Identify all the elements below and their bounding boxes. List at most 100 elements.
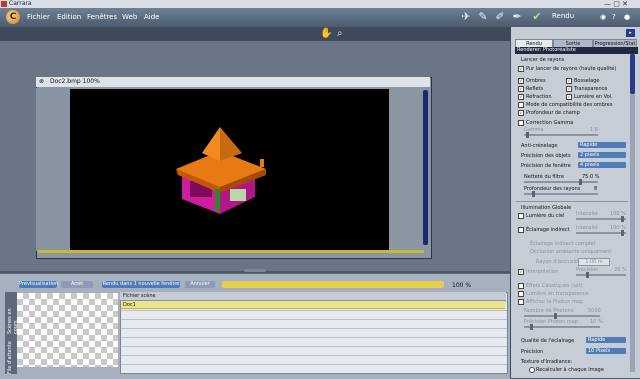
menu-edition[interactable]: Edition [57, 13, 81, 21]
texture-room-icon[interactable]: ✒ [510, 10, 524, 24]
full-raytrace-checkbox[interactable]: ✓ [518, 66, 524, 72]
menu-fenetres[interactable]: Fenêtres [87, 13, 117, 21]
photon-map-value: 10 % [590, 319, 603, 325]
irradiance-label: Texture d'Irradiance: [521, 359, 573, 365]
window-controls[interactable]: — ▢ ✕ [604, 0, 628, 8]
ray-tracing-title: Lancer de rayons [521, 57, 565, 63]
light-quality-label: Qualité de l'éclairage [521, 338, 575, 344]
tab-queue[interactable]: File d'attente [7, 336, 13, 374]
transparency-checkbox[interactable]: ✓ [566, 86, 572, 92]
light-quality-select[interactable]: Rapide [586, 337, 626, 343]
full-raytrace-label: Pur lancer de rayons (haute qualité) [526, 66, 617, 72]
photon-map-slider[interactable] [524, 324, 600, 330]
render-new-window-button[interactable]: Rendu dans 1 nouvelle fenêtre [102, 281, 180, 288]
render-room-icon[interactable]: ✔ [530, 10, 544, 24]
window-title: Carrara [9, 0, 32, 7]
occlusion-radius-input[interactable]: 1.00 m [578, 258, 610, 266]
section-divider [516, 201, 628, 202]
shadow-compat-label: Mode de compatibilité des ombres [526, 102, 613, 108]
indirect-intensity-label: Intensité [576, 225, 598, 231]
dof-label: Profondeur de champ [526, 110, 580, 116]
aa-label: Anti-crénelage [521, 143, 558, 149]
menu-fichier[interactable]: Fichier [27, 13, 50, 21]
object-precision-label: Précision des objets [521, 153, 571, 159]
interpolation-checkbox[interactable]: ✓ [518, 269, 524, 275]
assemble-room-icon[interactable]: ✈ [459, 10, 473, 24]
vertical-scrollbar[interactable] [423, 90, 428, 245]
dof-checkbox[interactable]: ✓ [518, 110, 524, 116]
bump-checkbox[interactable]: ✓ [566, 78, 572, 84]
room-label: Rendu [552, 12, 575, 20]
photon-count-value: 5000 [588, 308, 601, 314]
app-icon [1, 1, 7, 7]
sky-light-checkbox[interactable] [518, 213, 524, 219]
precision2-select[interactable]: 10 Pixels [586, 348, 626, 354]
refraction-checkbox[interactable]: ✓ [518, 94, 524, 100]
view-icon[interactable]: ◉ [600, 13, 606, 21]
volume-light-checkbox[interactable]: ✓ [566, 94, 572, 100]
collapse-icon[interactable]: ▸ [626, 29, 635, 37]
indirect-light-checkbox[interactable] [518, 227, 524, 233]
show-photon-label: Afficher la Photon map [526, 299, 584, 305]
gamma-checkbox[interactable] [518, 120, 524, 126]
ao-radio[interactable]: Occlusion ambiante uniquement [530, 249, 611, 255]
interpolation-label: Interpolation [526, 269, 558, 275]
aa-select[interactable]: Rapide [578, 142, 626, 148]
table-row[interactable]: Doc1 [121, 301, 505, 309]
menu-web[interactable]: Web [122, 13, 137, 21]
cancel-button[interactable]: Annuler [185, 281, 215, 288]
full-gi-radio[interactable]: Éclairage indirect complet [530, 241, 595, 247]
row-file-name: Doc1 [123, 302, 136, 308]
show-photon-checkbox[interactable] [518, 299, 524, 305]
rendered-house-image [176, 127, 266, 214]
menu-aide[interactable]: Aide [144, 13, 159, 21]
preview-button[interactable]: Prévisualisation [19, 281, 58, 288]
indirect-intensity-slider[interactable] [576, 230, 626, 236]
shadows-checkbox[interactable]: ✓ [518, 78, 524, 84]
transparency-label: Transparence [574, 86, 608, 92]
gamma-slider[interactable] [524, 132, 598, 138]
storyboard-room-icon[interactable]: ✐ [493, 10, 507, 24]
document-title: Doc2.bmp 100% [49, 78, 100, 85]
filter-sharpness-value: 75.0 % [582, 174, 600, 180]
close-icon[interactable]: ⊗ [39, 78, 44, 85]
settings-scrollbar[interactable] [630, 54, 635, 372]
thumbnail-preview [17, 293, 118, 367]
window-precision-select[interactable]: 4 pixels [578, 162, 626, 168]
panel-splitter[interactable] [244, 269, 266, 272]
recalc-label: Recalculer à chaque image [536, 367, 604, 373]
gi-title: Illumination Globale [521, 205, 572, 211]
caustics-checkbox[interactable] [518, 283, 524, 289]
column-scene-file: Fichier scène [123, 293, 156, 299]
help-icon[interactable]: ? [612, 13, 616, 21]
renderer-header[interactable]: Renderer: Photoréaliste [515, 47, 638, 54]
render-progress-bar [222, 281, 444, 288]
model-room-icon[interactable]: ✎ [476, 10, 490, 24]
document-side-strip [36, 88, 69, 251]
render-toolbar [0, 27, 510, 41]
sphere-icon[interactable]: ● [624, 13, 630, 21]
sky-intensity-slider[interactable] [576, 216, 626, 222]
precision-value: 20 % [614, 267, 627, 273]
pan-hand-icon[interactable]: ✋ [320, 28, 332, 39]
filter-sharpness-slider[interactable] [524, 179, 598, 185]
window-titlebar: Carrara [0, 0, 640, 8]
window-precision-label: Précision de fenêtre [521, 163, 571, 169]
precision-slider[interactable] [576, 272, 626, 278]
recalc-radio[interactable] [529, 367, 535, 373]
horizontal-scrollbar[interactable] [38, 250, 424, 253]
zoom-icon[interactable]: ⌕ [337, 28, 343, 39]
object-precision-select[interactable]: 2 pixels [578, 152, 626, 158]
ray-depth-slider[interactable] [524, 191, 598, 197]
sky-intensity-label: Intensité [576, 211, 598, 217]
shadows-label: Ombres [526, 78, 546, 84]
reflections-checkbox[interactable]: ✓ [518, 86, 524, 92]
reflections-label: Reflets [526, 86, 544, 92]
light-transparency-label: Lumière en transparence [526, 291, 589, 297]
photon-count-slider[interactable] [524, 313, 600, 319]
stop-button[interactable]: Arrêt [61, 281, 93, 288]
sky-light-label: Lumière du ciel [526, 213, 565, 219]
light-transparency-checkbox[interactable] [518, 291, 524, 297]
shadow-compat-checkbox[interactable] [518, 102, 524, 108]
document-titlebar[interactable]: ⊗ Doc2.bmp 100% [36, 77, 430, 87]
